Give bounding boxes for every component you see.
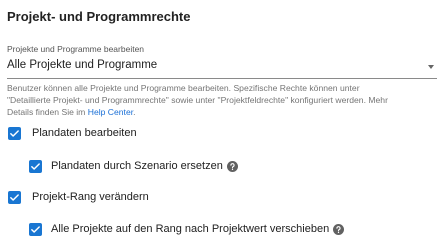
check-icon [10,193,19,201]
option-plandaten-szenario: Plandaten durch Szenario ersetzen [29,158,238,174]
check-icon [10,129,19,137]
edit-scope-select[interactable]: Alle Projekte und Programme [7,55,437,79]
plandaten-bearbeiten-checkbox[interactable] [8,126,21,140]
projekt-rang-label: Projekt-Rang verändern [32,191,149,203]
helper-line-2: "Detaillierte Projekt- und Programmrecht… [7,95,388,106]
projekt-rang-checkbox[interactable] [8,190,21,204]
helper-line-3-suffix: . [133,107,136,118]
helper-line-3-prefix: Details finden Sie im [7,107,86,118]
rang-nach-projektwert-label: Alle Projekte auf den Rang nach Projektw… [51,223,330,235]
plandaten-szenario-checkbox[interactable] [29,159,42,173]
plandaten-szenario-label: Plandaten durch Szenario ersetzen [51,160,223,172]
help-circle-icon[interactable] [226,160,238,172]
option-rang-nach-projektwert: Alle Projekte auf den Rang nach Projektw… [29,221,345,237]
option-plandaten-bearbeiten: Plandaten bearbeiten [8,125,137,141]
edit-scope-value: Alle Projekte und Programme [7,59,158,71]
plandaten-bearbeiten-label: Plandaten bearbeiten [32,127,137,139]
dropdown-arrow-icon [428,65,434,69]
section-title: Projekt- und Programmrechte [7,9,191,24]
option-projekt-rang: Projekt-Rang verändern [8,189,149,205]
edit-scope-helper-text: Benutzer können alle Projekte und Progra… [7,82,441,118]
helper-line-3: Details finden Sie im Help Center. [7,106,441,118]
rang-nach-projektwert-checkbox[interactable] [29,222,42,236]
check-icon [31,225,40,233]
help-center-link[interactable]: Help Center [88,107,133,117]
helper-line-1: Benutzer können alle Projekte und Progra… [7,83,360,93]
edit-scope-label: Projekte und Programme bearbeiten [7,44,145,54]
help-circle-icon[interactable] [333,223,345,235]
check-icon [31,162,40,170]
